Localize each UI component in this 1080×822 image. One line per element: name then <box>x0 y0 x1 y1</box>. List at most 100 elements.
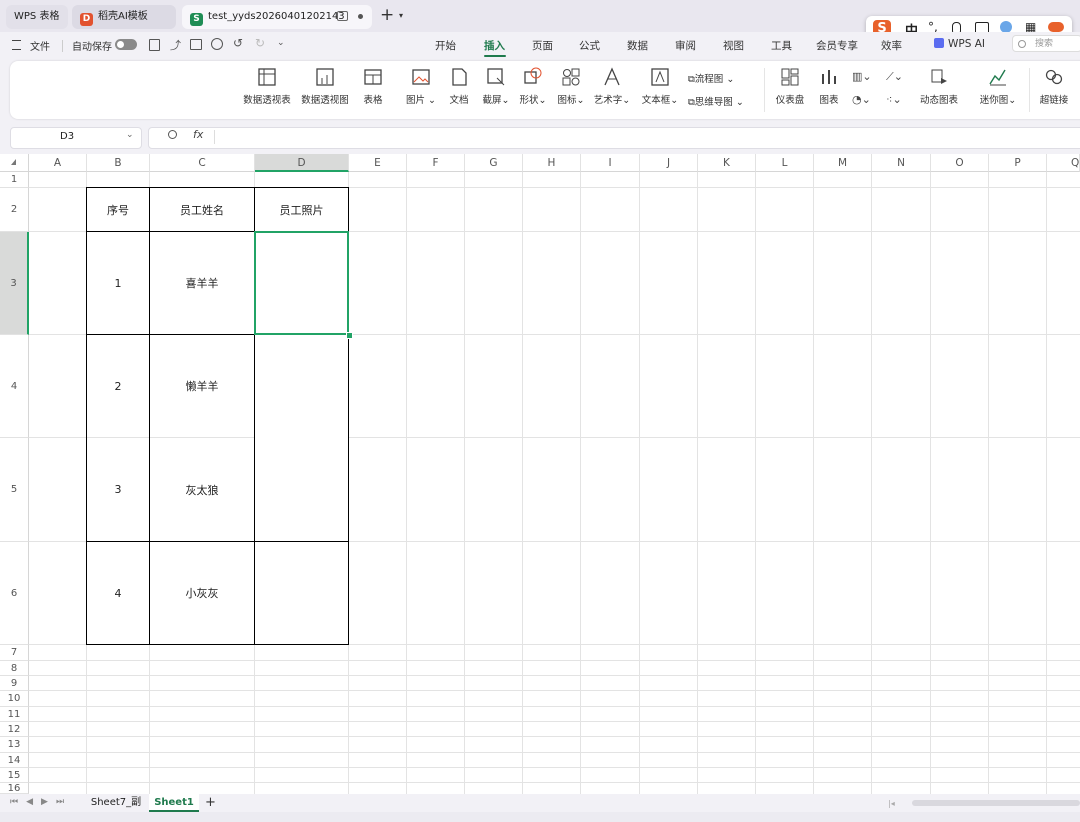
fx-button[interactable]: fx <box>193 128 203 141</box>
save-icon[interactable] <box>149 39 160 51</box>
tab-review[interactable]: 审阅 <box>675 38 696 53</box>
print-preview-icon[interactable] <box>211 38 223 50</box>
name-box[interactable] <box>10 127 142 149</box>
row-header[interactable]: 13 <box>0 737 29 753</box>
column-header[interactable]: Q <box>1047 154 1080 172</box>
tab-tools[interactable]: 工具 <box>771 38 792 53</box>
row-header[interactable]: 6 <box>0 542 29 645</box>
table-button[interactable]: 表格 <box>360 66 386 106</box>
row-header[interactable]: 16 <box>0 783 29 794</box>
bar-chart-dropdown[interactable]: ▥⌄ <box>852 70 872 83</box>
column-header[interactable]: K <box>698 154 756 172</box>
formula-input[interactable] <box>148 127 1080 149</box>
redo-icon[interactable]: ↻ <box>255 36 265 50</box>
photo-cell[interactable] <box>255 335 348 541</box>
menu-file[interactable]: 文件 <box>30 38 50 53</box>
row-header[interactable]: 10 <box>0 691 29 707</box>
undo-icon[interactable]: ↺ <box>233 36 243 50</box>
table-cell-name[interactable]: 小灰灰 <box>150 542 254 644</box>
dashboard-button[interactable]: 仪表盘 <box>774 66 806 106</box>
picture-button[interactable]: 图片 ⌄ <box>406 66 436 106</box>
row-header[interactable]: 8 <box>0 661 29 676</box>
table-cell-no[interactable]: 1 <box>87 232 149 334</box>
line-chart-dropdown[interactable]: ⟋⌄ <box>886 70 903 84</box>
tab-formula[interactable]: 公式 <box>579 38 600 53</box>
column-header[interactable]: B <box>87 154 150 172</box>
select-all-corner[interactable] <box>0 154 29 172</box>
row-header[interactable]: 15 <box>0 768 29 783</box>
export-icon[interactable]: ⤴ <box>170 37 181 53</box>
selected-cell-d3[interactable] <box>254 231 349 335</box>
table-cell-name[interactable]: 懒羊羊 <box>150 335 254 437</box>
column-header[interactable]: O <box>931 154 989 172</box>
row-header[interactable]: 11 <box>0 707 29 722</box>
fill-handle[interactable] <box>346 332 353 339</box>
table-cell-name[interactable]: 喜羊羊 <box>150 232 254 334</box>
table-cell-name[interactable]: 灰太狼 <box>150 438 254 541</box>
row-header[interactable]: 2 <box>0 188 29 232</box>
row-header[interactable]: 14 <box>0 753 29 768</box>
tab-view[interactable]: 视图 <box>723 38 744 53</box>
zoom-icon[interactable] <box>168 130 177 139</box>
pivot-chart-button[interactable]: 数据透视图 <box>299 66 351 106</box>
wordart-button[interactable]: 艺术字⌄ <box>592 66 632 106</box>
sheet-tab[interactable]: Sheet7_副 <box>86 794 146 812</box>
name-box-chevron-icon[interactable]: ⌄ <box>126 130 134 140</box>
tab-page[interactable]: 页面 <box>532 38 553 53</box>
row-header[interactable]: 12 <box>0 722 29 737</box>
tab-wps-ai[interactable]: WPS AI <box>948 38 985 50</box>
icon-button[interactable]: 图标⌄ <box>555 66 587 106</box>
row-header-selected[interactable]: 3 <box>0 232 29 335</box>
column-header-selected[interactable]: D <box>255 154 349 172</box>
quick-access-chevron-icon[interactable]: ⌄ <box>277 38 285 48</box>
screenshot-button[interactable]: 截屏⌄ <box>480 66 512 106</box>
tab-member[interactable]: 会员专享 <box>816 38 858 53</box>
scroll-left-icon[interactable]: |◂ <box>888 799 895 808</box>
mindmap-button[interactable]: ⧉思维导图 ⌄ <box>688 94 744 108</box>
tab-wps-spreadsheet[interactable]: WPS 表格 <box>6 5 68 29</box>
tab-data[interactable]: 数据 <box>627 38 648 53</box>
pivot-table-button[interactable]: 数据透视表 <box>242 66 292 106</box>
shape-button[interactable]: 形状⌄ <box>517 66 549 106</box>
row-header[interactable]: 5 <box>0 438 29 542</box>
tab-home[interactable]: 开始 <box>435 38 456 53</box>
new-tab-plus-icon[interactable]: + <box>380 5 394 25</box>
scatter-chart-dropdown[interactable]: ⁖⌄ <box>886 93 902 106</box>
column-header[interactable]: F <box>407 154 465 172</box>
column-header[interactable]: N <box>872 154 931 172</box>
row-header[interactable]: 1 <box>0 172 29 188</box>
column-header[interactable]: J <box>640 154 698 172</box>
add-sheet-plus-icon[interactable]: + <box>205 795 216 810</box>
column-header[interactable]: H <box>523 154 581 172</box>
row-header[interactable]: 4 <box>0 335 29 438</box>
table-cell-no[interactable]: 3 <box>87 438 149 541</box>
mascot-icon[interactable] <box>1048 22 1064 32</box>
print-icon[interactable] <box>190 39 202 50</box>
column-header[interactable]: M <box>814 154 872 172</box>
table-cell-no[interactable]: 4 <box>87 542 149 644</box>
hamburger-icon[interactable] <box>12 40 21 50</box>
autosave-toggle[interactable] <box>115 39 137 50</box>
window-icon[interactable] <box>337 11 348 21</box>
column-header[interactable]: C <box>150 154 255 172</box>
tab-list-chevron-icon[interactable]: ▾ <box>399 11 403 20</box>
textbox-button[interactable]: 文本框⌄ <box>640 66 680 106</box>
column-header[interactable]: G <box>465 154 523 172</box>
tab-efficiency[interactable]: 效率 <box>881 38 902 53</box>
document-button[interactable]: 文档 <box>446 66 472 106</box>
flowchart-button[interactable]: ⧉流程图 ⌄ <box>688 71 734 85</box>
dynamic-chart-button[interactable]: 动态图表 <box>918 66 960 106</box>
column-header[interactable]: P <box>989 154 1047 172</box>
horizontal-scrollbar[interactable] <box>912 800 1080 806</box>
row-header[interactable]: 7 <box>0 645 29 661</box>
hyperlink-button[interactable]: 超链接 <box>1038 66 1070 106</box>
chart-button[interactable]: 图表 <box>816 66 842 106</box>
tab-template[interactable]: D 稻壳AI模板 <box>72 5 176 29</box>
column-header[interactable]: E <box>349 154 407 172</box>
photo-cell[interactable] <box>255 542 348 644</box>
sparkline-button[interactable]: 迷你图⌄ <box>978 66 1018 106</box>
sheet-tab-active[interactable]: Sheet1 <box>149 794 199 812</box>
tab-insert[interactable]: 插入 <box>484 38 505 53</box>
column-header[interactable]: I <box>581 154 640 172</box>
row-header[interactable]: 9 <box>0 676 29 691</box>
